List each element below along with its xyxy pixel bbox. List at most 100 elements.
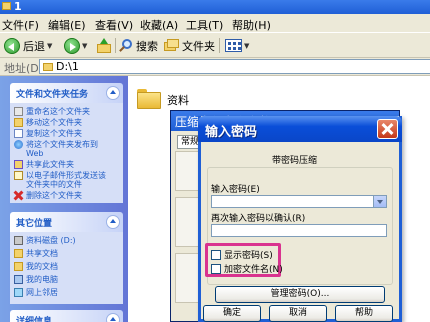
task-label-continued: Web xyxy=(26,149,44,158)
folders-icon xyxy=(164,39,179,52)
encrypt-filenames-label: 加密文件名(N) xyxy=(224,265,283,275)
task-pane: 文件和文件夹任务 重命名这个文件夹 移动这个文件夹 复制这个文件夹 将这个文件夹… xyxy=(0,76,128,322)
task-label: 将这个文件夹发布到 xyxy=(26,140,98,149)
folders-button[interactable]: 文件夹 xyxy=(164,36,215,55)
chevron-down-icon[interactable] xyxy=(373,196,386,207)
settings-group xyxy=(175,253,199,303)
toolbar: 后退 ▼ ▼ 搜索 文件夹 ▼ xyxy=(0,33,430,58)
close-button[interactable] xyxy=(377,119,398,139)
place-label: 共享文档 xyxy=(26,249,58,258)
places-panel-header[interactable]: 其它位置 xyxy=(10,212,123,232)
chevron-down-icon[interactable]: ▼ xyxy=(244,42,249,50)
address-bar: 地址(D) D:\1 xyxy=(0,58,430,76)
help-button[interactable]: 帮助 xyxy=(335,305,393,322)
checkbox[interactable] xyxy=(211,263,221,274)
move-icon xyxy=(14,118,23,127)
web-icon xyxy=(14,140,23,149)
task-email-files[interactable]: 以电子邮件形式发送该 文件夹中的文件 xyxy=(14,171,120,189)
folder-label[interactable]: 资料 xyxy=(167,92,189,108)
checkbox[interactable] xyxy=(211,249,221,260)
place-network[interactable]: 网上邻居 xyxy=(14,288,120,297)
menu-tools[interactable]: 工具(T) xyxy=(186,17,223,33)
forward-button[interactable]: ▼ xyxy=(64,36,87,55)
task-label: 共享此文件夹 xyxy=(26,160,74,169)
tasks-panel-body: 重命名这个文件夹 移动这个文件夹 复制这个文件夹 将这个文件夹发布到 Web 共… xyxy=(10,103,123,203)
show-password-label: 显示密码(S) xyxy=(224,251,273,261)
address-input[interactable]: D:\1 xyxy=(39,59,430,74)
place-my-computer[interactable]: 我的电脑 xyxy=(14,275,120,284)
details-panel-title: 详细信息 xyxy=(16,317,53,322)
chevron-down-icon[interactable]: ▼ xyxy=(82,42,87,50)
folder-up-icon xyxy=(96,37,112,54)
password-dialog: 输入密码 带密码压缩 输入密码(E) 再次输入密码以确认(R) 显示密码(S) … xyxy=(198,116,402,322)
chevron-down-icon[interactable]: ▼ xyxy=(47,42,52,50)
place-my-docs[interactable]: 我的文档 xyxy=(14,262,120,271)
rename-icon xyxy=(14,107,23,116)
place-shared-docs[interactable]: 共享文档 xyxy=(14,249,120,258)
collapse-icon[interactable] xyxy=(106,86,120,100)
collapse-icon[interactable] xyxy=(106,313,120,322)
confirm-password-input[interactable] xyxy=(211,224,387,237)
close-icon xyxy=(380,121,395,137)
places-panel-title: 其它位置 xyxy=(16,219,53,229)
shared-docs-icon xyxy=(14,249,23,258)
back-label: 后退 xyxy=(23,39,45,53)
task-label: 重命名这个文件夹 xyxy=(26,107,90,116)
settings-group xyxy=(175,197,199,247)
place-label: 资料磁盘 (D:) xyxy=(26,236,76,245)
toolbar-divider xyxy=(115,38,116,53)
place-data-disk[interactable]: 资料磁盘 (D:) xyxy=(14,236,120,245)
password-input[interactable] xyxy=(211,195,387,208)
folder-icon[interactable] xyxy=(137,89,161,109)
dialog-heading: 带密码压缩 xyxy=(272,156,318,166)
computer-icon xyxy=(14,275,23,284)
places-panel-body: 资料磁盘 (D:) 共享文档 我的文档 我的电脑 网上邻居 xyxy=(10,232,123,304)
task-move-folder[interactable]: 移动这个文件夹 xyxy=(14,118,120,127)
manage-passwords-button[interactable]: 管理密码(O)... xyxy=(215,286,385,303)
address-value: D:\1 xyxy=(56,60,79,73)
folders-label: 文件夹 xyxy=(182,39,215,53)
dialog-title: 输入密码 xyxy=(205,125,258,140)
views-icon xyxy=(225,39,242,52)
ok-button[interactable]: 确定 xyxy=(203,305,261,322)
place-label: 网上邻居 xyxy=(26,288,58,297)
password-dialog-title-bar[interactable]: 输入密码 xyxy=(198,116,402,142)
task-share-folder[interactable]: 共享此文件夹 xyxy=(14,160,120,169)
show-password-checkbox[interactable]: 显示密码(S) xyxy=(211,248,273,261)
search-label: 搜索 xyxy=(136,39,158,53)
folder-icon xyxy=(2,2,11,10)
window-title: 1 xyxy=(14,0,22,13)
place-label: 我的文档 xyxy=(26,262,58,271)
menu-favorites[interactable]: 收藏(A) xyxy=(140,17,178,33)
back-button[interactable]: 后退 ▼ xyxy=(4,36,52,55)
menu-file[interactable]: 文件(F) xyxy=(2,17,39,33)
window-title-bar[interactable]: 1 xyxy=(0,0,430,14)
task-label: 删除这个文件夹 xyxy=(26,191,82,200)
menu-edit[interactable]: 编辑(E) xyxy=(48,17,86,33)
views-button[interactable]: ▼ xyxy=(225,36,249,55)
up-folder-button[interactable] xyxy=(96,36,112,55)
mail-icon xyxy=(14,171,23,180)
collapse-icon[interactable] xyxy=(106,215,120,229)
cancel-button[interactable]: 取消 xyxy=(269,305,327,322)
share-icon xyxy=(14,160,23,169)
my-docs-icon xyxy=(14,262,23,271)
tasks-panel-header[interactable]: 文件和文件夹任务 xyxy=(10,83,123,103)
search-button[interactable]: 搜索 xyxy=(119,36,158,55)
disk-icon xyxy=(14,236,23,245)
task-copy-folder[interactable]: 复制这个文件夹 xyxy=(14,129,120,138)
details-panel-header[interactable]: 详细信息 xyxy=(10,310,123,322)
address-label: 地址(D) xyxy=(4,62,44,75)
back-arrow-icon xyxy=(4,37,20,54)
copy-icon xyxy=(14,129,23,138)
encrypt-filenames-checkbox[interactable]: 加密文件名(N) xyxy=(211,262,283,275)
tasks-panel-title: 文件和文件夹任务 xyxy=(16,90,89,100)
task-publish-web[interactable]: 将这个文件夹发布到 Web xyxy=(14,140,120,158)
password-label: 输入密码(E) xyxy=(211,185,260,195)
task-rename-folder[interactable]: 重命名这个文件夹 xyxy=(14,107,120,116)
menu-view[interactable]: 查看(V) xyxy=(95,17,133,33)
delete-icon xyxy=(14,191,23,200)
task-delete-folder[interactable]: 删除这个文件夹 xyxy=(14,191,120,200)
toolbar-divider xyxy=(219,38,220,53)
menu-help[interactable]: 帮助(H) xyxy=(232,17,271,33)
